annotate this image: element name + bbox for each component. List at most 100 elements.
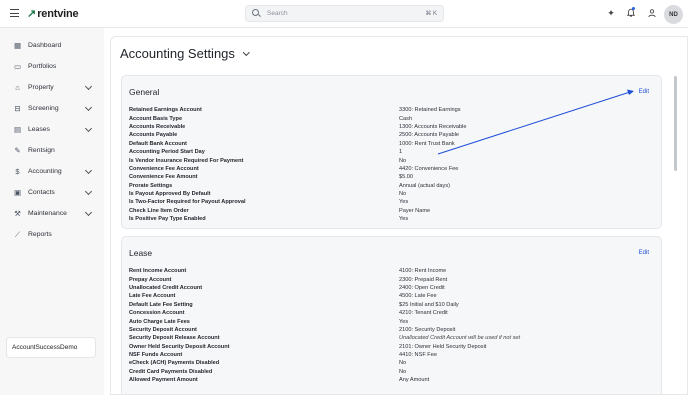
setting-label: Retained Earnings Account [129, 107, 202, 114]
chevron-down-icon[interactable] [242, 48, 250, 56]
page-title[interactable]: Accounting Settings [120, 46, 250, 61]
sidebar-item-reports[interactable]: ⟋ Reports [6, 227, 98, 242]
setting-value: Unallocated Credit Account will be used … [399, 335, 521, 342]
sidebar-item-label: Dashboard [28, 42, 62, 49]
sidebar-item-label: Accounting [28, 168, 62, 175]
setting-label: Default Late Fee Setting [129, 301, 193, 308]
settings-row: Auto Charge Late Fees Yes [129, 317, 659, 325]
contacts-icon: ▣ [13, 188, 22, 197]
settings-row: Is Payout Approved By Default No [129, 190, 659, 198]
setting-label: Is Payout Approved By Default [129, 191, 211, 198]
setting-value: No [399, 157, 407, 164]
settings-row: Default Bank Account 1000: Rent Trust Ban… [129, 140, 659, 148]
setting-label: Prepay Account [129, 276, 172, 283]
sidebar-item-maintenance[interactable]: ⚒ Maintenance [6, 206, 98, 221]
settings-row: Allowed Payment Amount Any Amount [129, 376, 659, 384]
logo[interactable]: ↗ rentvine [27, 8, 79, 20]
setting-value: 4100: Rent Income [399, 268, 447, 275]
setting-value: 2500: Accounts Payable [399, 132, 460, 139]
scrollbar-thumb[interactable] [674, 76, 677, 171]
logo-icon: ↗ [27, 8, 37, 20]
dollar-icon: $ [15, 167, 20, 176]
settings-row: Security Deposit Account 2100: Security D… [129, 326, 659, 334]
setting-value: Payer Name [399, 207, 431, 214]
setting-label: Auto Charge Late Fees [129, 318, 190, 325]
settings-row: Prorate Settings Annual (actual days) [129, 182, 659, 190]
setting-label: Accounts Receivable [129, 123, 186, 130]
setting-label: Late Fee Account [129, 293, 176, 300]
logo-text: rentvine [37, 8, 79, 20]
search-shortcut: ⌘ K [425, 11, 437, 17]
settings-row: Convenience Fee Amount $5.00 [129, 173, 659, 181]
chevron-down-icon [84, 103, 93, 112]
sidebar-item-label: Maintenance [28, 210, 67, 217]
card-title: General [129, 87, 160, 97]
search-input[interactable]: Search ⌘ K [245, 5, 444, 22]
setting-label: Convenience Fee Amount [129, 174, 198, 181]
sidebar-item-dashboard[interactable]: ▦ Dashboard [6, 38, 98, 53]
setting-value: No [399, 368, 407, 375]
sidebar-item-screening[interactable]: ⊟ Screening [6, 101, 98, 116]
settings-row: Credit Card Payments Disabled No [129, 368, 659, 376]
sidebar-item-rentsign[interactable]: ✎ Rentsign [6, 143, 98, 158]
sidebar-item-portfolios[interactable]: ▭ Portfolios [6, 59, 98, 74]
setting-label: Account Basis Type [129, 115, 183, 122]
setting-label: Rent Income Account [129, 268, 187, 275]
setting-value: Cash [399, 115, 413, 122]
sidebar-item-label: Contacts [28, 189, 55, 196]
setting-label: Check Line Item Order [129, 207, 189, 214]
setting-label: Owner Held Security Deposit Account [129, 343, 230, 350]
general-settings-card: General Edit Retained Earnings Account 33… [121, 75, 662, 229]
page-title-text: Accounting Settings [120, 46, 235, 61]
general-edit-link[interactable]: Edit [639, 89, 649, 95]
main-content: Accounting Settings General Edit Retaine… [110, 36, 688, 395]
setting-value: 3300: Retained Earnings [399, 107, 461, 114]
user-icon[interactable] [647, 8, 657, 18]
sidebar-item-property[interactable]: ⌂ Property [6, 80, 98, 95]
settings-row: Concession Account 4210: Tenant Credit [129, 309, 659, 317]
settings-row: Owner Held Security Deposit Account 2101:… [129, 343, 659, 351]
wrench-icon: ⚒ [14, 209, 21, 218]
setting-value: 1 [399, 149, 403, 156]
setting-value: No [399, 191, 407, 198]
setting-value: 4210: Tenant Credit [399, 310, 448, 317]
setting-value: 4500: Late Fee [399, 293, 437, 300]
setting-value: $5.00 [399, 174, 413, 181]
sidebar-item-leases[interactable]: ▤ Leases [6, 122, 98, 137]
sidebar-item-label: Leases [28, 126, 50, 133]
settings-row: Check Line Item Order Payer Name [129, 207, 659, 215]
sidebar-item-contacts[interactable]: ▣ Contacts [6, 185, 98, 200]
chevron-down-icon [84, 82, 93, 91]
card-title: Lease [129, 248, 153, 258]
settings-row: NSF Funds Account 4410: NSF Fee [129, 351, 659, 359]
chevron-down-icon [84, 187, 93, 196]
setting-label: Accounting Period Start Day [129, 149, 205, 156]
menu-icon[interactable] [10, 9, 19, 17]
settings-row: Default Late Fee Setting $25 Initial and … [129, 301, 659, 309]
notification-dot [632, 7, 635, 10]
account-switcher[interactable]: AccountSuccessDemo [6, 337, 96, 358]
settings-row: Prepay Account 2300: Prepaid Rent [129, 275, 659, 283]
lease-rows: Rent Income Account 4100: Rent Income Pre… [129, 267, 659, 384]
chevron-down-icon [84, 124, 93, 133]
setting-value: 1300: Accounts Receivable [399, 123, 467, 130]
sparkle-icon[interactable]: ✦ [606, 8, 616, 18]
setting-label: Prorate Settings [129, 182, 173, 189]
setting-value: Any Amount [399, 377, 430, 384]
sidebar-item-label: Reports [28, 231, 52, 238]
folder-icon: ▭ [13, 62, 22, 71]
setting-label: Allowed Payment Amount [129, 377, 198, 384]
grid-icon: ▦ [13, 41, 22, 50]
sidebar-item-label: Screening [28, 105, 59, 112]
settings-row: Accounts Payable 2500: Accounts Payable [129, 131, 659, 139]
setting-value: $25 Initial and $10 Daily [399, 301, 459, 308]
general-rows: Retained Earnings Account 3300: Retained … [129, 106, 659, 223]
setting-value: 4410: NSF Fee [399, 352, 437, 359]
lease-edit-link[interactable]: Edit [639, 250, 649, 256]
avatar[interactable]: ND [664, 5, 683, 24]
setting-value: 2100: Security Deposit [399, 326, 456, 333]
setting-label: Default Bank Account [129, 140, 187, 147]
sidebar-item-accounting[interactable]: $ Accounting [6, 164, 98, 179]
settings-row: Convenience Fee Account 4420: Convenience… [129, 165, 659, 173]
setting-value: 1000: Rent Trust Bank [399, 140, 455, 147]
